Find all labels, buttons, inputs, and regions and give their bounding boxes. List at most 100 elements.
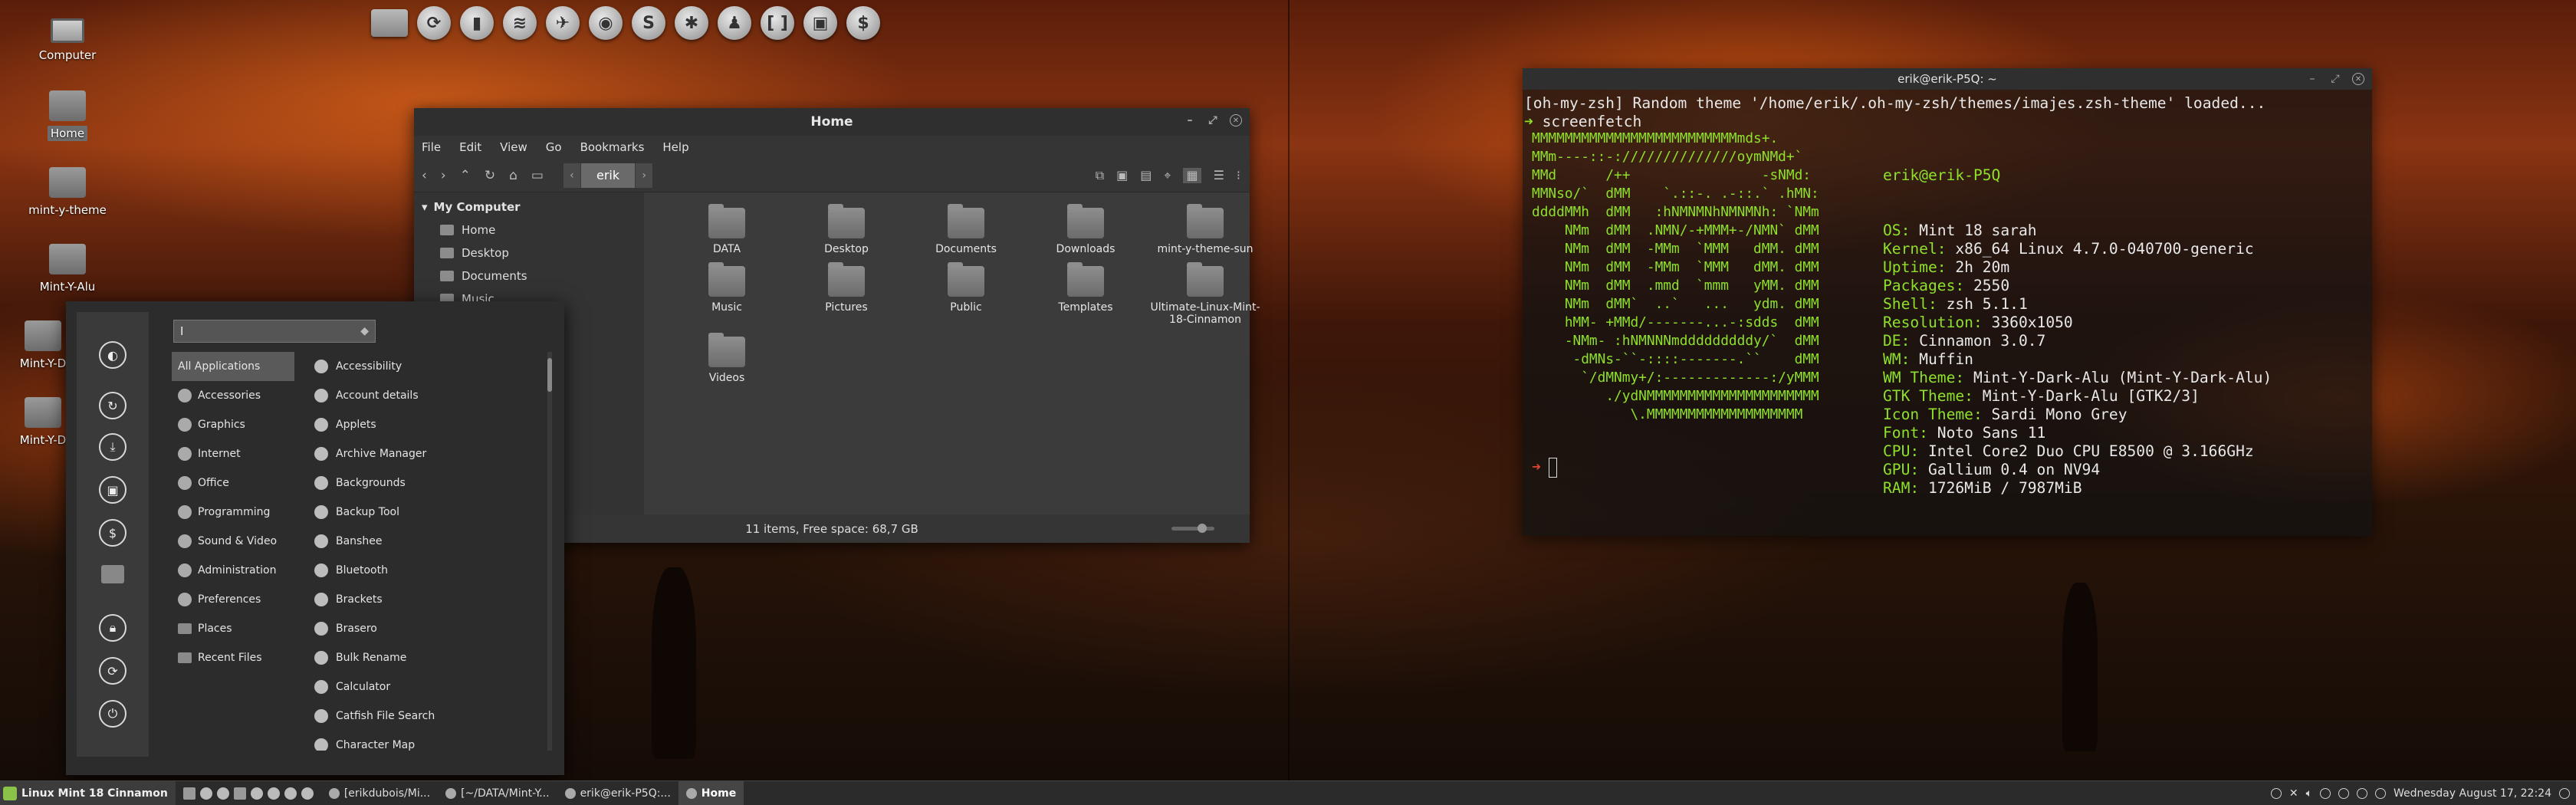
terminal-prompt[interactable]: ➜ [1532,458,1557,478]
category-item[interactable]: Programming [172,498,294,527]
window-titlebar[interactable]: Home – ⤢ ✕ [414,108,1250,136]
user-icon[interactable]: ♟ [718,6,751,40]
menu-edit[interactable]: Edit [459,140,481,154]
menu-search-input[interactable] [180,324,349,338]
taskbar-window-button[interactable]: [erikdubois/Mi... [321,781,438,805]
updates-icon[interactable]: ↻ [99,392,127,419]
folder-icon[interactable] [233,787,246,800]
taskbar-window-button[interactable]: [~/DATA/Mint-Y... [438,781,557,805]
close-icon[interactable]: ✕ [2352,73,2364,85]
file-item[interactable]: mint-y-theme-sun [1145,204,1265,255]
reload-icon[interactable]: ↻ [485,168,495,183]
launcher-icon[interactable] [216,787,229,800]
workspace-icon[interactable] [2559,788,2570,799]
money-icon[interactable]: $ [99,519,127,547]
power-icon[interactable] [2356,788,2367,799]
install-icon[interactable]: ⤓ [99,433,127,461]
close-icon[interactable]: ✕ [1230,114,1242,127]
app-item[interactable]: Brackets [308,585,538,614]
new-folder-icon[interactable]: ▤ [1140,168,1152,183]
menu-search-box[interactable]: ◆ [173,320,376,343]
network-icon[interactable]: ✕ [2289,787,2298,800]
breadcrumb-right-icon[interactable]: › [636,163,653,188]
category-item[interactable]: Accessories [172,381,294,410]
sidebar-section-header[interactable]: ▾ My Computer [414,192,644,219]
app-item[interactable]: Bulk Rename [308,643,538,672]
list-view-icon[interactable]: ☰ [1214,168,1224,183]
skype-icon[interactable]: S [632,6,665,40]
home-icon[interactable]: ⌂ [509,168,518,183]
volume-icon[interactable]: 🔈︎ [2306,787,2312,800]
file-item[interactable]: Documents [906,204,1026,255]
category-item[interactable]: All Applications [172,352,294,381]
settings-icon[interactable]: ✱ [675,6,708,40]
menu-view[interactable]: View [500,140,527,154]
file-item[interactable]: Templates [1026,262,1145,326]
menu-button[interactable]: Linux Mint 18 Cinnamon [0,781,176,805]
logout-icon[interactable]: ⟳ [99,657,127,685]
terminal-icon[interactable]: ▣ [1116,168,1128,183]
folder-icon[interactable] [101,565,124,583]
terminal-icon[interactable]: ▮ [460,6,494,40]
app-item[interactable]: Archive Manager [308,439,538,468]
category-item[interactable]: Administration [172,556,294,585]
spotify-icon[interactable]: ≋ [503,6,537,40]
app-item[interactable]: Accessibility [308,352,538,381]
category-item[interactable]: Places [172,614,294,643]
app-item[interactable]: Character Map [308,731,538,751]
minimize-icon[interactable]: – [2306,73,2318,85]
sidebar-item-home[interactable]: Home [414,219,644,242]
app-item[interactable]: Brasero [308,614,538,643]
app-item[interactable]: Applets [308,410,538,439]
folder-icon[interactable] [371,9,408,37]
app-item[interactable]: Calculator [308,672,538,702]
file-item[interactable]: Music [667,262,787,326]
money-icon[interactable]: $ [846,6,880,40]
bluetooth-icon[interactable] [2319,788,2331,799]
icon-view-icon[interactable]: ▦ [1183,168,1201,183]
terminal-output[interactable]: [oh-my-zsh] Random theme '/home/erik/.oh… [1523,90,2372,136]
menu-file[interactable]: File [422,140,441,154]
shield-icon[interactable] [2338,788,2349,799]
app-item[interactable]: Backup Tool [308,498,538,527]
category-item[interactable]: Internet [172,439,294,468]
updates-icon[interactable]: ⟳ [417,6,451,40]
category-item[interactable]: Sound & Video [172,527,294,556]
sidebar-item-desktop[interactable]: Desktop [414,242,644,264]
app-item[interactable]: Bluetooth [308,556,538,585]
minimize-icon[interactable]: – [1184,114,1196,127]
app-list-scrollbar[interactable] [547,352,552,751]
up-icon[interactable]: ⌃ [460,168,471,183]
compact-view-icon[interactable]: ⁝ [1237,168,1240,183]
file-item[interactable]: Downloads [1026,204,1145,255]
launcher-icon[interactable] [301,787,314,800]
app-item[interactable]: Backgrounds [308,468,538,498]
desktop-icon[interactable]: Computer [21,18,113,63]
file-item[interactable]: Desktop [787,204,906,255]
file-item[interactable]: Videos [667,333,787,384]
app-item[interactable]: Banshee [308,527,538,556]
launcher-icon[interactable] [267,787,280,800]
mail-icon[interactable] [2374,788,2386,799]
update-icon[interactable] [2270,788,2282,799]
toggle-location-icon[interactable]: ⌖ [1164,168,1171,183]
screenshot-icon[interactable]: ▣ [803,6,837,40]
menu-bookmarks[interactable]: Bookmarks [580,140,645,154]
show-desktop-icon[interactable] [182,787,196,800]
computer-icon[interactable]: ▭ [531,168,544,183]
clock[interactable]: Wednesday August 17, 22:24 [2394,787,2551,800]
breadcrumb-item[interactable]: erik [580,163,636,188]
taskbar-window-button[interactable]: erik@erik-P5Q:... [557,781,678,805]
maximize-icon[interactable]: ⤢ [2329,73,2341,85]
clear-search-icon[interactable]: ◆ [360,325,369,337]
category-item[interactable]: Graphics [172,410,294,439]
file-item[interactable]: DATA [667,204,787,255]
sidebar-item-documents[interactable]: Documents [414,264,644,288]
app-item[interactable]: Catfish File Search [308,702,538,731]
desktop-icon[interactable]: Mint-Y-Alu [21,244,113,294]
desktop-icon[interactable]: Home [21,90,113,141]
back-icon[interactable]: ‹ [422,168,427,183]
new-tab-icon[interactable]: ⧉ [1096,168,1104,183]
launcher-icon[interactable] [250,787,263,800]
app-item[interactable]: Account details [308,381,538,410]
